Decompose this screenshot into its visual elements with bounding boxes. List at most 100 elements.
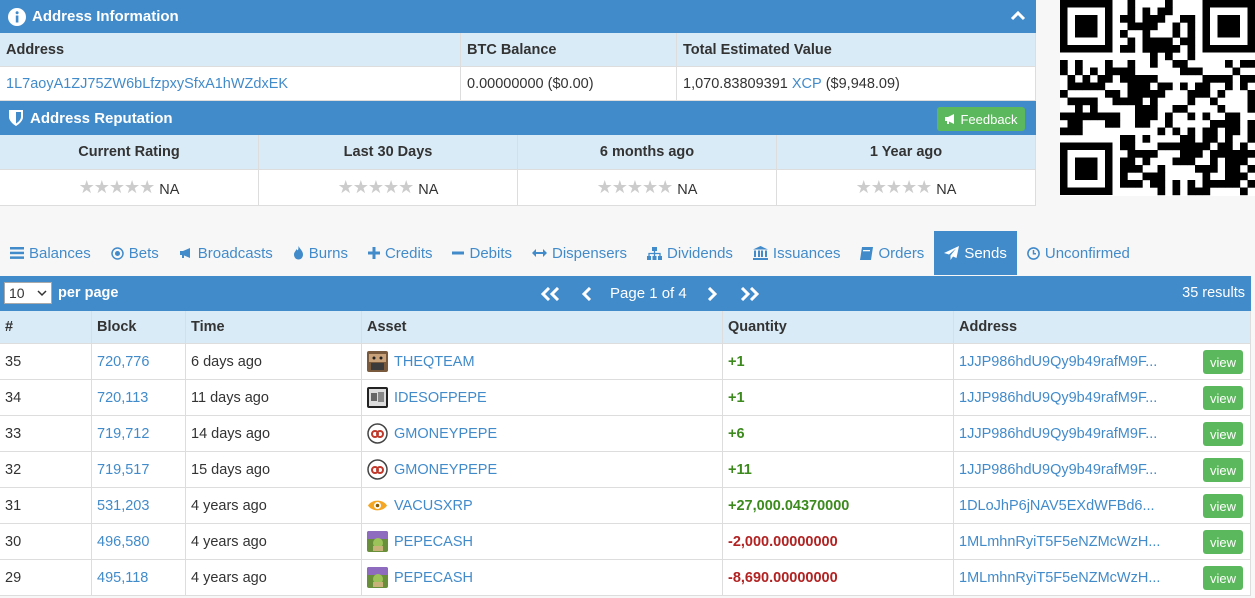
prev-page-button[interactable] bbox=[581, 276, 593, 311]
view-button[interactable]: view bbox=[1203, 422, 1243, 446]
asset-link[interactable]: PEPECASH bbox=[394, 534, 473, 550]
address-link[interactable]: 1JJP986hdU9Qy9b49rafM9F... bbox=[959, 390, 1157, 406]
asset-link[interactable]: THEQTEAM bbox=[394, 354, 475, 370]
view-button[interactable]: view bbox=[1203, 530, 1243, 554]
info-icon bbox=[8, 7, 26, 26]
chevron-up-icon[interactable] bbox=[1010, 8, 1026, 24]
pager-bar: 10 per page Page 1 of 4 35 results bbox=[0, 276, 1251, 311]
view-button[interactable]: view bbox=[1203, 566, 1243, 590]
asset-link[interactable]: PEPECASH bbox=[394, 570, 473, 586]
page-indicator: Page 1 of 4 bbox=[610, 285, 687, 302]
col-address: Address bbox=[954, 311, 1251, 344]
address-info-header: Address Information bbox=[0, 0, 1036, 33]
tab-broadcasts[interactable]: Broadcasts bbox=[169, 231, 283, 275]
row-quantity: -8,690.00000000 bbox=[723, 560, 954, 596]
address-link[interactable]: 1JJP986hdU9Qy9b49rafM9F... bbox=[959, 426, 1157, 442]
tab-balances[interactable]: Balances bbox=[0, 231, 101, 275]
pepecash-icon bbox=[367, 531, 388, 552]
col-quantity: Quantity bbox=[723, 311, 954, 344]
book-icon bbox=[860, 246, 874, 260]
table-row: 30 496,580 4 years ago PEPECASH -2,000.0… bbox=[0, 524, 1251, 560]
row-time: 15 days ago bbox=[186, 452, 362, 488]
per-page-label: per page bbox=[58, 285, 119, 301]
bullhorn-icon bbox=[179, 248, 190, 258]
table-row: 29 495,118 4 years ago PEPECASH -8,690.0… bbox=[0, 560, 1251, 596]
xcp-asset-link[interactable]: XCP bbox=[792, 76, 822, 92]
table-row: 31 531,203 4 years ago VACUSXRP +27,000.… bbox=[0, 488, 1251, 524]
block-link[interactable]: 719,517 bbox=[97, 462, 149, 478]
row-number: 31 bbox=[0, 488, 92, 524]
address-link[interactable]: 1L7aoyA1ZJ75ZW6bLfzpxySfxA1hWZdxEK bbox=[6, 76, 288, 92]
row-number: 35 bbox=[0, 344, 92, 380]
vacusxrp-icon bbox=[368, 500, 387, 511]
tab-orders[interactable]: Orders bbox=[850, 231, 934, 275]
tab-dispensers[interactable]: Dispensers bbox=[522, 231, 637, 275]
header-last-30-days: Last 30 Days bbox=[259, 135, 518, 170]
row-quantity: -2,000.00000000 bbox=[723, 524, 954, 560]
row-time: 4 years ago bbox=[186, 524, 362, 560]
feedback-button[interactable]: Feedback bbox=[937, 107, 1025, 131]
bank-icon bbox=[752, 246, 768, 260]
theqteam-icon bbox=[367, 351, 388, 372]
row-number: 30 bbox=[0, 524, 92, 560]
reputation-values: ★★★★★ NA ★★★★★ NA ★★★★★ NA ★★★★★ NA bbox=[0, 170, 1036, 206]
table-row: 33 719,712 14 days ago GMONEYPEPE +6 1JJ… bbox=[0, 416, 1251, 452]
clock-icon bbox=[1026, 246, 1040, 260]
paper-plane-icon bbox=[944, 246, 960, 260]
address-info-values: 1L7aoyA1ZJ75ZW6bLfzpxySfxA1hWZdxEK 0.000… bbox=[0, 67, 1036, 101]
rating-30-days: ★★★★★ NA bbox=[259, 170, 518, 206]
row-time: 14 days ago bbox=[186, 416, 362, 452]
row-quantity: +11 bbox=[723, 452, 954, 488]
address-link[interactable]: 1JJP986hdU9Qy9b49rafM9F... bbox=[959, 354, 1157, 370]
feedback-label: Feedback bbox=[960, 111, 1018, 127]
first-page-button[interactable] bbox=[540, 276, 562, 311]
asset-link[interactable]: IDESOFPEPE bbox=[394, 390, 487, 406]
qr-code-image bbox=[1060, 0, 1255, 196]
asset-link[interactable]: GMONEYPEPE bbox=[394, 426, 497, 442]
address-link[interactable]: 1MLmhnRyiT5F5eNZMcWzH... bbox=[959, 570, 1160, 586]
view-button[interactable]: view bbox=[1203, 386, 1243, 410]
reputation-header: Address Reputation bbox=[0, 101, 1036, 135]
total-value-amount: 1,070.83809391 bbox=[683, 75, 788, 92]
view-button[interactable]: view bbox=[1203, 458, 1243, 482]
total-value-usd: ($9,948.09) bbox=[825, 75, 900, 92]
asset-link[interactable]: VACUSXRP bbox=[394, 498, 473, 514]
pepecash-icon bbox=[367, 567, 388, 588]
tab-unconfirmed[interactable]: Unconfirmed bbox=[1017, 231, 1140, 275]
total-value-cell: 1,070.83809391 XCP ($9,948.09) bbox=[677, 67, 1036, 101]
tab-burns[interactable]: Burns bbox=[283, 231, 358, 275]
gmoneypepe-icon bbox=[367, 423, 388, 444]
block-link[interactable]: 531,203 bbox=[97, 498, 149, 514]
block-link[interactable]: 720,776 bbox=[97, 354, 149, 370]
asset-link[interactable]: GMONEYPEPE bbox=[394, 462, 497, 478]
tab-issuances[interactable]: Issuances bbox=[743, 231, 851, 275]
rating-current: ★★★★★ NA bbox=[0, 170, 259, 206]
block-link[interactable]: 496,580 bbox=[97, 534, 149, 550]
list-icon bbox=[10, 247, 24, 259]
results-count: 35 results bbox=[1182, 285, 1245, 301]
idesofpepe-icon bbox=[367, 387, 388, 408]
tab-bar: Balances Bets Broadcasts Burns Credits D… bbox=[0, 231, 1255, 275]
next-page-button[interactable] bbox=[706, 276, 718, 311]
tab-debits[interactable]: Debits bbox=[442, 231, 522, 275]
row-number: 33 bbox=[0, 416, 92, 452]
tab-dividends[interactable]: Dividends bbox=[637, 231, 743, 275]
star-rating-icon: ★★★★★ bbox=[337, 177, 415, 197]
last-page-button[interactable] bbox=[738, 276, 760, 311]
block-link[interactable]: 495,118 bbox=[97, 570, 148, 586]
chevron-down-icon bbox=[37, 290, 47, 297]
view-button[interactable]: view bbox=[1203, 494, 1243, 518]
tab-credits[interactable]: Credits bbox=[358, 231, 443, 275]
row-time: 4 years ago bbox=[186, 560, 362, 596]
address-link[interactable]: 1MLmhnRyiT5F5eNZMcWzH... bbox=[959, 534, 1160, 550]
view-button[interactable]: view bbox=[1203, 350, 1243, 374]
header-address: Address bbox=[0, 33, 461, 67]
block-link[interactable]: 719,712 bbox=[97, 426, 149, 442]
address-link[interactable]: 1JJP986hdU9Qy9b49rafM9F... bbox=[959, 462, 1157, 478]
tab-sends[interactable]: Sends bbox=[934, 231, 1017, 275]
block-link[interactable]: 720,113 bbox=[97, 390, 148, 406]
double-chevron-left-icon bbox=[540, 286, 560, 301]
tab-bets[interactable]: Bets bbox=[101, 231, 169, 275]
per-page-select[interactable]: 10 bbox=[4, 282, 52, 304]
address-link[interactable]: 1DLoJhP6jNAV5EXdWFBd6... bbox=[959, 498, 1155, 514]
